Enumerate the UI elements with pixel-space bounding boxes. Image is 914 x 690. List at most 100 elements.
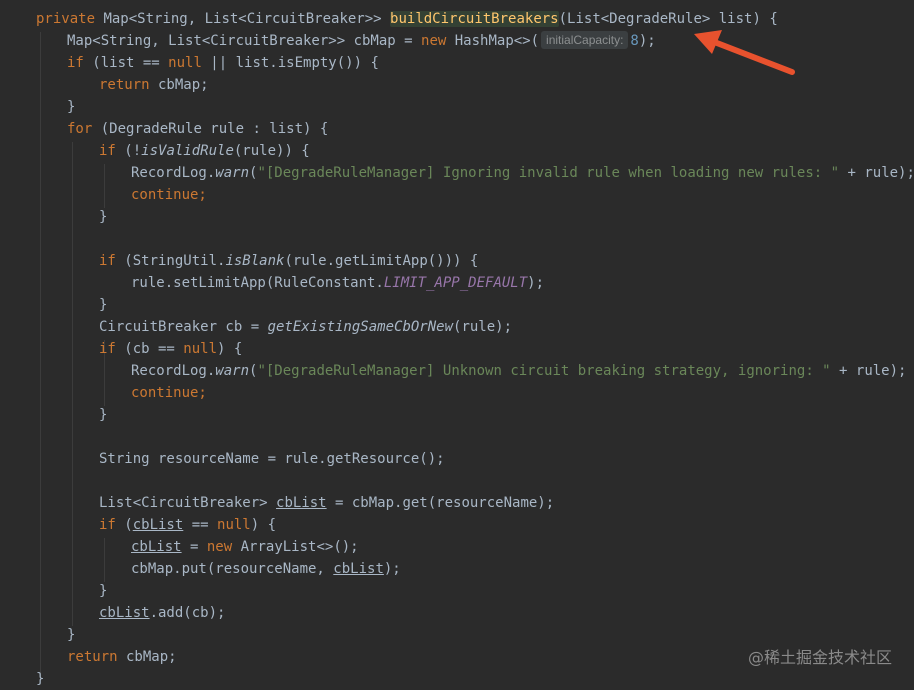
code-line: RecordLog.warn("[DegradeRuleManager] Ign… — [131, 162, 914, 184]
code-token: } — [99, 209, 108, 225]
code-line: if (cb == null) { — [99, 338, 242, 360]
code-token: ) { — [217, 341, 243, 357]
code-token: null — [183, 341, 218, 357]
code-token: if — [99, 253, 116, 269]
code-line: continue; — [131, 184, 207, 206]
code-token: return — [99, 77, 150, 93]
code-token: if — [99, 143, 116, 159]
code-token: isValidRule — [141, 143, 234, 159]
code-token: (rule); — [453, 319, 513, 335]
code-token: cbList — [131, 539, 182, 555]
code-token: cbList — [132, 517, 184, 533]
code-token: || list.isEmpty()) { — [201, 55, 379, 71]
code-token: rule.setLimitApp(RuleConstant. — [131, 275, 384, 291]
code-line: List<CircuitBreaker> cbList = cbMap.get(… — [99, 492, 554, 514]
code-line: RecordLog.warn("[DegradeRuleManager] Unk… — [131, 360, 906, 382]
method-name[interactable]: buildCircuitBreakers — [390, 11, 559, 27]
code-token: cbMap; — [149, 77, 209, 93]
code-token: (DegradeRule rule : list) { — [92, 121, 329, 137]
code-token: HashMap<>( — [446, 33, 540, 49]
code-token: continue; — [131, 385, 207, 401]
code-token: continue; — [131, 187, 207, 203]
indent-guide — [40, 32, 41, 680]
code-token: cbList — [276, 495, 327, 511]
code-token: cbList — [99, 605, 150, 621]
code-token: 8 — [630, 33, 639, 49]
code-token: List<CircuitBreaker> — [99, 495, 277, 511]
code-token: if — [67, 55, 84, 71]
code-token: private — [36, 11, 96, 27]
code-line: CircuitBreaker cb = getExistingSameCbOrN… — [99, 316, 512, 338]
code-token: isBlank — [225, 253, 285, 269]
code-token: } — [67, 627, 76, 643]
code-token: ); — [383, 561, 401, 577]
code-line: continue; — [131, 382, 207, 404]
code-token: ArrayList<>(); — [232, 539, 359, 555]
code-token: (rule)) { — [233, 143, 310, 159]
code-token: cbMap; — [117, 649, 177, 665]
code-line: } — [99, 294, 107, 316]
code-token: warn — [215, 165, 250, 181]
code-line: return cbMap; — [99, 74, 209, 96]
code-line: } — [99, 580, 107, 602]
string-literal: "[DegradeRuleManager] Unknown circuit br… — [257, 363, 831, 379]
code-token: return — [67, 649, 118, 665]
indent-guide — [104, 538, 105, 582]
code-token: if — [99, 517, 116, 533]
code-token: getExistingSameCbOrNew — [267, 319, 454, 335]
code-line: private Map<String, List<CircuitBreaker>… — [36, 8, 778, 30]
indent-guide — [72, 142, 73, 626]
code-token: .add(cb); — [149, 605, 226, 621]
code-token: (! — [115, 143, 142, 159]
red-arrow-icon — [694, 30, 795, 75]
code-token: CircuitBreaker cb = — [99, 319, 268, 335]
code-token: == — [183, 517, 218, 533]
code-token: null — [217, 517, 251, 533]
code-token: (StringUtil. — [115, 253, 226, 269]
code-line: cbMap.put(resourceName, cbList); — [131, 558, 401, 580]
indent-guide — [104, 164, 105, 208]
code-token: (rule.getLimitApp())) { — [284, 253, 479, 269]
code-token: + rule); — [830, 363, 907, 379]
code-token: warn — [215, 363, 250, 379]
code-line: cbList.add(cb); — [99, 602, 225, 624]
parameter-hint: initialCapacity: — [541, 31, 629, 49]
code-token: ( — [115, 517, 133, 533]
code-token: new — [206, 539, 233, 555]
code-token: RecordLog. — [131, 363, 216, 379]
watermark: @稀土掘金技术社区 — [747, 648, 892, 667]
code-token: ); — [638, 33, 656, 49]
code-line: if (list == null || list.isEmpty()) { — [67, 52, 379, 74]
code-token: (cb == — [115, 341, 184, 357]
code-token: ) { — [250, 517, 277, 533]
code-token: null — [168, 55, 202, 71]
code-token: Map<String, List<CircuitBreaker>> — [95, 11, 391, 27]
string-literal: "[DegradeRuleManager] Ignoring invalid r… — [257, 165, 840, 181]
code-line: rule.setLimitApp(RuleConstant.LIMIT_APP_… — [131, 272, 544, 294]
code-token: if — [99, 341, 116, 357]
code-line: } — [99, 206, 107, 228]
code-token: LIMIT_APP_DEFAULT — [383, 275, 528, 291]
code-token: } — [36, 671, 45, 687]
code-token: ); — [527, 275, 545, 291]
code-token: new — [421, 33, 447, 49]
code-line: } — [36, 668, 44, 690]
code-token: RecordLog. — [131, 165, 216, 181]
code-token: = — [181, 539, 207, 555]
code-token: Map<String, List<CircuitBreaker>> cbMap … — [67, 33, 422, 49]
code-token: = cbMap.get(resourceName); — [326, 495, 555, 511]
code-editor[interactable]: private Map<String, List<CircuitBreaker>… — [0, 0, 914, 690]
code-token: } — [99, 583, 108, 599]
code-token: cbList — [333, 561, 384, 577]
code-token: cbMap.put(resourceName, — [131, 561, 334, 577]
code-line: } — [67, 96, 75, 118]
code-token: } — [99, 407, 108, 423]
code-token: (list == — [83, 55, 169, 71]
code-line: return cbMap; — [67, 646, 177, 668]
code-line: if (!isValidRule(rule)) { — [99, 140, 310, 162]
code-token: } — [67, 99, 76, 115]
code-line: } — [99, 404, 107, 426]
code-line: String resourceName = rule.getResource()… — [99, 448, 445, 470]
code-token: (List<DegradeRule> list) { — [558, 11, 778, 27]
code-line: cbList = new ArrayList<>(); — [131, 536, 359, 558]
